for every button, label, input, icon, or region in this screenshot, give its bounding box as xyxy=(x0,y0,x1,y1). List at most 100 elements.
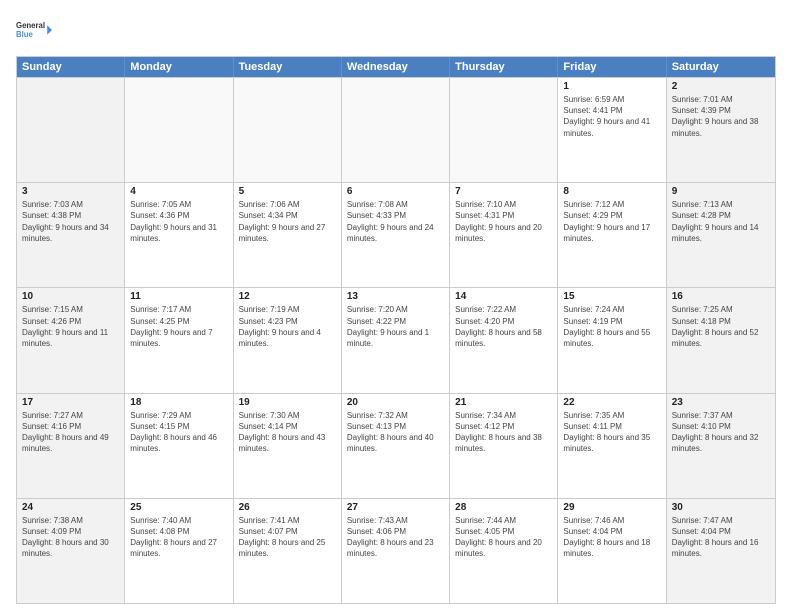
day-info: Sunrise: 7:19 AM Sunset: 4:23 PM Dayligh… xyxy=(239,304,336,349)
cal-cell-r2-c0: 10Sunrise: 7:15 AM Sunset: 4:26 PM Dayli… xyxy=(17,288,125,392)
cal-cell-r2-c3: 13 Sunrise: 7:20 AM Sunset: 4:22 PM Dayli… xyxy=(342,288,450,392)
cal-cell-r0-c2 xyxy=(234,78,342,182)
header-cell-tuesday: Tuesday xyxy=(234,57,342,77)
cal-cell-r3-c4: 21Sunrise: 7:34 AM Sunset: 4:12 PM Dayli… xyxy=(450,394,558,498)
cal-cell-r3-c6: 23 Sunrise: 7:37 AM Sunset: 4:10 PM Dayli… xyxy=(667,394,775,498)
cal-cell-r0-c4 xyxy=(450,78,558,182)
day-info: Sunrise: 7:34 AM Sunset: 4:12 PM Dayligh… xyxy=(455,410,552,455)
cal-cell-r2-c6: 16Sunrise: 7:25 AM Sunset: 4:18 PM Dayli… xyxy=(667,288,775,392)
day-info: Sunrise: 7:13 AM Sunset: 4:28 PM Dayligh… xyxy=(672,199,770,244)
day-info: Sunrise: 7:24 AM Sunset: 4:19 PM Dayligh… xyxy=(563,304,660,349)
day-info: Sunrise: 7:29 AM Sunset: 4:15 PM Dayligh… xyxy=(130,410,227,455)
day-info: Sunrise: 7:08 AM Sunset: 4:33 PM Dayligh… xyxy=(347,199,444,244)
day-number: 6 xyxy=(347,186,444,197)
day-info: Sunrise: 7:27 AM Sunset: 4:16 PM Dayligh… xyxy=(22,410,119,455)
header-cell-wednesday: Wednesday xyxy=(342,57,450,77)
day-info: Sunrise: 7:15 AM Sunset: 4:26 PM Dayligh… xyxy=(22,304,119,349)
cal-cell-r0-c6: 2 Sunrise: 7:01 AM Sunset: 4:39 PM Daylig… xyxy=(667,78,775,182)
day-info: Sunrise: 7:10 AM Sunset: 4:31 PM Dayligh… xyxy=(455,199,552,244)
cal-cell-r0-c1 xyxy=(125,78,233,182)
day-number: 5 xyxy=(239,186,336,197)
day-info: Sunrise: 7:41 AM Sunset: 4:07 PM Dayligh… xyxy=(239,515,336,560)
day-number: 7 xyxy=(455,186,552,197)
svg-text:General: General xyxy=(16,21,45,30)
header-cell-saturday: Saturday xyxy=(667,57,775,77)
cal-cell-r0-c0 xyxy=(17,78,125,182)
cal-cell-r4-c2: 26 Sunrise: 7:41 AM Sunset: 4:07 PM Dayli… xyxy=(234,499,342,603)
page: General Blue SundayMondayTuesdayWednesda… xyxy=(0,0,792,612)
cal-cell-r1-c3: 6 Sunrise: 7:08 AM Sunset: 4:33 PM Daylig… xyxy=(342,183,450,287)
day-info: Sunrise: 6:59 AM Sunset: 4:41 PM Dayligh… xyxy=(563,94,660,139)
day-number: 26 xyxy=(239,502,336,513)
cal-cell-r1-c6: 9 Sunrise: 7:13 AM Sunset: 4:28 PM Daylig… xyxy=(667,183,775,287)
cal-cell-r4-c1: 25 Sunrise: 7:40 AM Sunset: 4:08 PM Dayli… xyxy=(125,499,233,603)
day-info: Sunrise: 7:17 AM Sunset: 4:25 PM Dayligh… xyxy=(130,304,227,349)
day-info: Sunrise: 7:40 AM Sunset: 4:08 PM Dayligh… xyxy=(130,515,227,560)
day-info: Sunrise: 7:25 AM Sunset: 4:18 PM Dayligh… xyxy=(672,304,770,349)
cal-row-3: 17 Sunrise: 7:27 AM Sunset: 4:16 PM Dayli… xyxy=(17,393,775,498)
day-number: 17 xyxy=(22,397,119,408)
day-number: 13 xyxy=(347,291,444,302)
day-number: 4 xyxy=(130,186,227,197)
day-info: Sunrise: 7:47 AM Sunset: 4:04 PM Dayligh… xyxy=(672,515,770,560)
day-number: 12 xyxy=(239,291,336,302)
calendar-body: 1 Sunrise: 6:59 AM Sunset: 4:41 PM Daylig… xyxy=(17,77,775,603)
cal-cell-r4-c3: 27 Sunrise: 7:43 AM Sunset: 4:06 PM Dayli… xyxy=(342,499,450,603)
day-number: 9 xyxy=(672,186,770,197)
logo-svg: General Blue xyxy=(16,12,52,48)
cal-cell-r4-c5: 29Sunrise: 7:46 AM Sunset: 4:04 PM Dayli… xyxy=(558,499,666,603)
cal-cell-r1-c2: 5 Sunrise: 7:06 AM Sunset: 4:34 PM Daylig… xyxy=(234,183,342,287)
cal-cell-r4-c4: 28 Sunrise: 7:44 AM Sunset: 4:05 PM Dayli… xyxy=(450,499,558,603)
day-number: 27 xyxy=(347,502,444,513)
cal-cell-r4-c6: 30Sunrise: 7:47 AM Sunset: 4:04 PM Dayli… xyxy=(667,499,775,603)
day-number: 20 xyxy=(347,397,444,408)
cal-cell-r1-c5: 8 Sunrise: 7:12 AM Sunset: 4:29 PM Daylig… xyxy=(558,183,666,287)
cal-row-0: 1 Sunrise: 6:59 AM Sunset: 4:41 PM Daylig… xyxy=(17,77,775,182)
day-number: 14 xyxy=(455,291,552,302)
day-info: Sunrise: 7:37 AM Sunset: 4:10 PM Dayligh… xyxy=(672,410,770,455)
cal-row-2: 10Sunrise: 7:15 AM Sunset: 4:26 PM Dayli… xyxy=(17,287,775,392)
cal-row-1: 3Sunrise: 7:03 AM Sunset: 4:38 PM Daylig… xyxy=(17,182,775,287)
day-number: 28 xyxy=(455,502,552,513)
cal-cell-r3-c0: 17 Sunrise: 7:27 AM Sunset: 4:16 PM Dayli… xyxy=(17,394,125,498)
cal-cell-r0-c5: 1 Sunrise: 6:59 AM Sunset: 4:41 PM Daylig… xyxy=(558,78,666,182)
day-number: 8 xyxy=(563,186,660,197)
day-info: Sunrise: 7:22 AM Sunset: 4:20 PM Dayligh… xyxy=(455,304,552,349)
day-number: 25 xyxy=(130,502,227,513)
cal-cell-r2-c4: 14 Sunrise: 7:22 AM Sunset: 4:20 PM Dayli… xyxy=(450,288,558,392)
day-info: Sunrise: 7:44 AM Sunset: 4:05 PM Dayligh… xyxy=(455,515,552,560)
day-number: 23 xyxy=(672,397,770,408)
cal-cell-r0-c3 xyxy=(342,78,450,182)
day-info: Sunrise: 7:05 AM Sunset: 4:36 PM Dayligh… xyxy=(130,199,227,244)
cal-cell-r3-c2: 19Sunrise: 7:30 AM Sunset: 4:14 PM Dayli… xyxy=(234,394,342,498)
header: General Blue xyxy=(16,12,776,48)
day-info: Sunrise: 7:06 AM Sunset: 4:34 PM Dayligh… xyxy=(239,199,336,244)
cal-cell-r2-c5: 15 Sunrise: 7:24 AM Sunset: 4:19 PM Dayli… xyxy=(558,288,666,392)
day-info: Sunrise: 7:43 AM Sunset: 4:06 PM Dayligh… xyxy=(347,515,444,560)
day-info: Sunrise: 7:03 AM Sunset: 4:38 PM Dayligh… xyxy=(22,199,119,244)
day-number: 29 xyxy=(563,502,660,513)
day-info: Sunrise: 7:35 AM Sunset: 4:11 PM Dayligh… xyxy=(563,410,660,455)
day-number: 11 xyxy=(130,291,227,302)
day-number: 2 xyxy=(672,81,770,92)
calendar: SundayMondayTuesdayWednesdayThursdayFrid… xyxy=(16,56,776,604)
cal-cell-r3-c1: 18 Sunrise: 7:29 AM Sunset: 4:15 PM Dayli… xyxy=(125,394,233,498)
day-number: 18 xyxy=(130,397,227,408)
header-cell-friday: Friday xyxy=(558,57,666,77)
svg-text:Blue: Blue xyxy=(16,30,34,39)
day-info: Sunrise: 7:32 AM Sunset: 4:13 PM Dayligh… xyxy=(347,410,444,455)
day-number: 15 xyxy=(563,291,660,302)
day-number: 1 xyxy=(563,81,660,92)
cal-cell-r3-c3: 20 Sunrise: 7:32 AM Sunset: 4:13 PM Dayli… xyxy=(342,394,450,498)
day-info: Sunrise: 7:20 AM Sunset: 4:22 PM Dayligh… xyxy=(347,304,444,349)
cal-row-4: 24Sunrise: 7:38 AM Sunset: 4:09 PM Dayli… xyxy=(17,498,775,603)
calendar-header: SundayMondayTuesdayWednesdayThursdayFrid… xyxy=(17,57,775,77)
cal-cell-r2-c2: 12 Sunrise: 7:19 AM Sunset: 4:23 PM Dayli… xyxy=(234,288,342,392)
day-info: Sunrise: 7:12 AM Sunset: 4:29 PM Dayligh… xyxy=(563,199,660,244)
day-info: Sunrise: 7:01 AM Sunset: 4:39 PM Dayligh… xyxy=(672,94,770,139)
logo: General Blue xyxy=(16,12,52,48)
cal-cell-r1-c0: 3Sunrise: 7:03 AM Sunset: 4:38 PM Daylig… xyxy=(17,183,125,287)
cal-cell-r3-c5: 22 Sunrise: 7:35 AM Sunset: 4:11 PM Dayli… xyxy=(558,394,666,498)
day-number: 22 xyxy=(563,397,660,408)
cal-cell-r4-c0: 24Sunrise: 7:38 AM Sunset: 4:09 PM Dayli… xyxy=(17,499,125,603)
